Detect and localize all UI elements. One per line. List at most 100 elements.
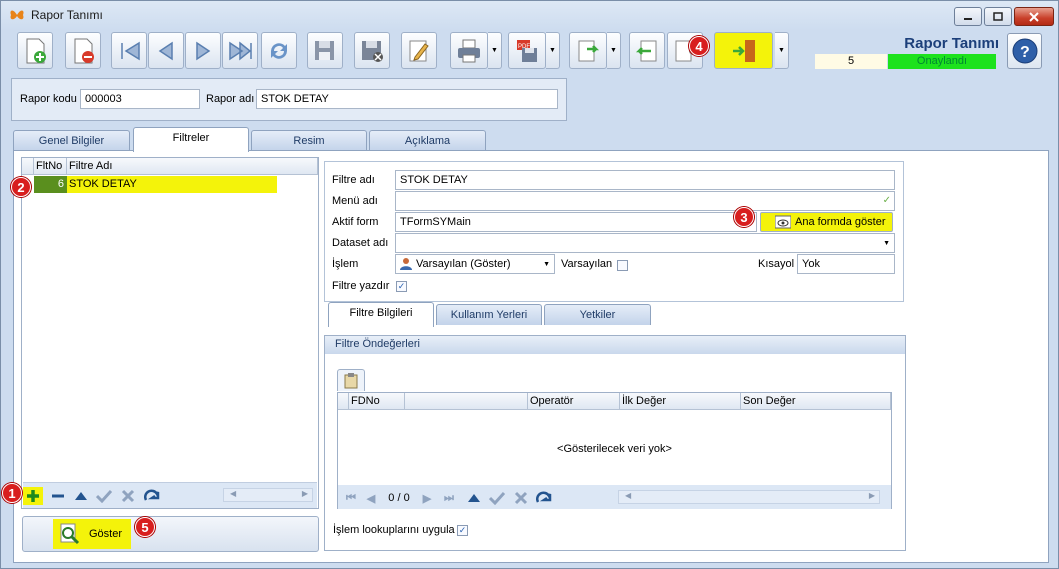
- tab-yetkiler[interactable]: Yetkiler: [544, 304, 651, 325]
- rapor-kodu-label: Rapor kodu: [20, 93, 77, 105]
- delete-record-button[interactable]: [65, 32, 101, 69]
- clipboard-tab[interactable]: [337, 369, 365, 391]
- chevron-left-icon: ◀: [625, 491, 632, 500]
- ana-formda-goster-button[interactable]: Ana formda göster: [760, 212, 893, 232]
- cancel-edit-button[interactable]: [512, 489, 530, 507]
- minimize-button[interactable]: [954, 7, 982, 26]
- row-indicator-header: [338, 393, 349, 410]
- export-button[interactable]: [569, 32, 607, 69]
- aktif-form-input[interactable]: TFormSYMain: [395, 212, 757, 232]
- print-button[interactable]: [450, 32, 488, 69]
- move-up-button[interactable]: [72, 487, 90, 505]
- filtre-adi-cell: STOK DETAY: [67, 176, 277, 193]
- pdf-save-icon: PDF: [517, 39, 537, 62]
- filtre-adi-input[interactable]: STOK DETAY: [395, 170, 895, 190]
- save-disk-icon: [315, 40, 334, 60]
- ilk-deger-header[interactable]: İlk Değer: [620, 393, 741, 410]
- record-counter: 0 / 0: [388, 492, 410, 504]
- next-icon: [196, 41, 211, 60]
- refresh-grid-button[interactable]: [143, 487, 161, 505]
- exit-button[interactable]: [714, 32, 773, 69]
- pdf-dropdown-button[interactable]: ▼: [546, 32, 560, 69]
- first-record-button[interactable]: [111, 32, 147, 69]
- row-indicator-header: [22, 158, 34, 175]
- operator-header[interactable]: Operatör: [528, 393, 620, 410]
- cancel-save-button[interactable]: [354, 32, 390, 69]
- refresh-button[interactable]: [261, 32, 297, 69]
- new-record-button[interactable]: [17, 32, 53, 69]
- exit-dropdown-button[interactable]: ▼: [775, 32, 789, 69]
- minus-icon: [52, 494, 64, 498]
- previous-button[interactable]: ◀: [362, 489, 380, 507]
- kisayol-label: Kısayol: [758, 258, 795, 270]
- last-record-button[interactable]: [222, 32, 258, 69]
- islem-select[interactable]: Varsayılan (Göster) ▼: [395, 254, 555, 274]
- confirm-button[interactable]: [488, 489, 506, 507]
- next-record-button[interactable]: [185, 32, 221, 69]
- close-button[interactable]: [1014, 7, 1054, 26]
- chevron-down-icon: ▼: [778, 47, 785, 54]
- pdf-export-button[interactable]: PDF: [508, 32, 546, 69]
- goster-button[interactable]: Göster: [53, 519, 131, 549]
- first-icon: ⏮: [346, 491, 356, 504]
- chevron-right-icon: ▶: [301, 489, 308, 498]
- islem-label: İşlem: [332, 258, 359, 270]
- first-button[interactable]: ⏮: [342, 489, 360, 507]
- tab-resim[interactable]: Resim: [251, 130, 367, 151]
- filtre-yazdir-checkbox[interactable]: ✓: [396, 281, 407, 292]
- tab-genel-bilgiler[interactable]: Genel Bilgiler: [13, 130, 130, 151]
- maximize-button[interactable]: [984, 7, 1012, 26]
- step-badge-1: 1: [2, 483, 22, 503]
- title-bar: Rapor Tanımı: [1, 1, 1058, 29]
- tab-kullanim-yerleri[interactable]: Kullanım Yerleri: [436, 304, 542, 325]
- varsayilan-label: Varsayılan: [561, 258, 613, 270]
- user-icon: [400, 258, 412, 270]
- edit-button[interactable]: [401, 32, 437, 69]
- kisayol-input[interactable]: Yok: [797, 254, 895, 274]
- help-button[interactable]: ?: [1007, 33, 1042, 69]
- tab-aciklama[interactable]: Açıklama: [369, 130, 486, 151]
- import-button[interactable]: [629, 32, 665, 69]
- step-badge-3: 3: [734, 207, 754, 227]
- fdno-header[interactable]: FDNo: [349, 393, 405, 410]
- rapor-adi-input[interactable]: STOK DETAY: [256, 89, 558, 109]
- last-button[interactable]: ⏭: [440, 489, 458, 507]
- horizontal-scrollbar[interactable]: ◀ ▶: [618, 490, 880, 504]
- chevron-down-icon: ▼: [491, 47, 498, 54]
- print-dropdown-button[interactable]: ▼: [488, 32, 502, 69]
- lookup-checkbox[interactable]: ✓: [457, 525, 468, 536]
- export-dropdown-button[interactable]: ▼: [607, 32, 621, 69]
- move-up-button[interactable]: [465, 489, 483, 507]
- rapor-kodu-input[interactable]: 000003: [80, 89, 200, 109]
- menu-adi-input[interactable]: ✓: [395, 191, 895, 211]
- varsayilan-checkbox[interactable]: [617, 260, 628, 271]
- tab-filtreler[interactable]: Filtreler: [133, 127, 249, 152]
- dataset-adi-select[interactable]: ▼: [395, 233, 895, 253]
- fltno-header[interactable]: FltNo: [34, 158, 67, 175]
- horizontal-scrollbar[interactable]: ◀ ▶: [223, 488, 313, 502]
- svg-text:?: ?: [1020, 44, 1030, 61]
- goster-label: Göster: [89, 528, 123, 540]
- filtre-adi-header[interactable]: Filtre Adı: [67, 158, 318, 175]
- remove-filter-button[interactable]: [49, 487, 67, 505]
- son-deger-header[interactable]: Son Değer: [741, 393, 891, 410]
- eye-icon: [775, 215, 791, 229]
- previous-record-button[interactable]: [148, 32, 184, 69]
- blank-header[interactable]: [405, 393, 528, 410]
- save-button[interactable]: [307, 32, 343, 69]
- refresh-icon: [271, 42, 287, 59]
- filtre-adi-label: Filtre adı: [332, 174, 375, 186]
- chevron-left-icon: ◀: [230, 489, 237, 498]
- add-filter-button[interactable]: [23, 487, 43, 505]
- goster-panel: Göster: [22, 516, 319, 552]
- previous-icon: ◀: [366, 492, 376, 505]
- table-row[interactable]: 6 STOK DETAY: [22, 176, 318, 193]
- cancel-edit-button[interactable]: [119, 487, 137, 505]
- confirm-button[interactable]: [95, 487, 113, 505]
- next-button[interactable]: ▶: [418, 489, 436, 507]
- ondegerler-title: Filtre Öndeğerleri: [325, 336, 905, 354]
- tab-filtre-bilgileri[interactable]: Filtre Bilgileri: [328, 302, 434, 327]
- refresh-grid-button[interactable]: [535, 489, 553, 507]
- next-icon: ▶: [422, 492, 432, 505]
- fltno-cell: 6: [34, 176, 67, 193]
